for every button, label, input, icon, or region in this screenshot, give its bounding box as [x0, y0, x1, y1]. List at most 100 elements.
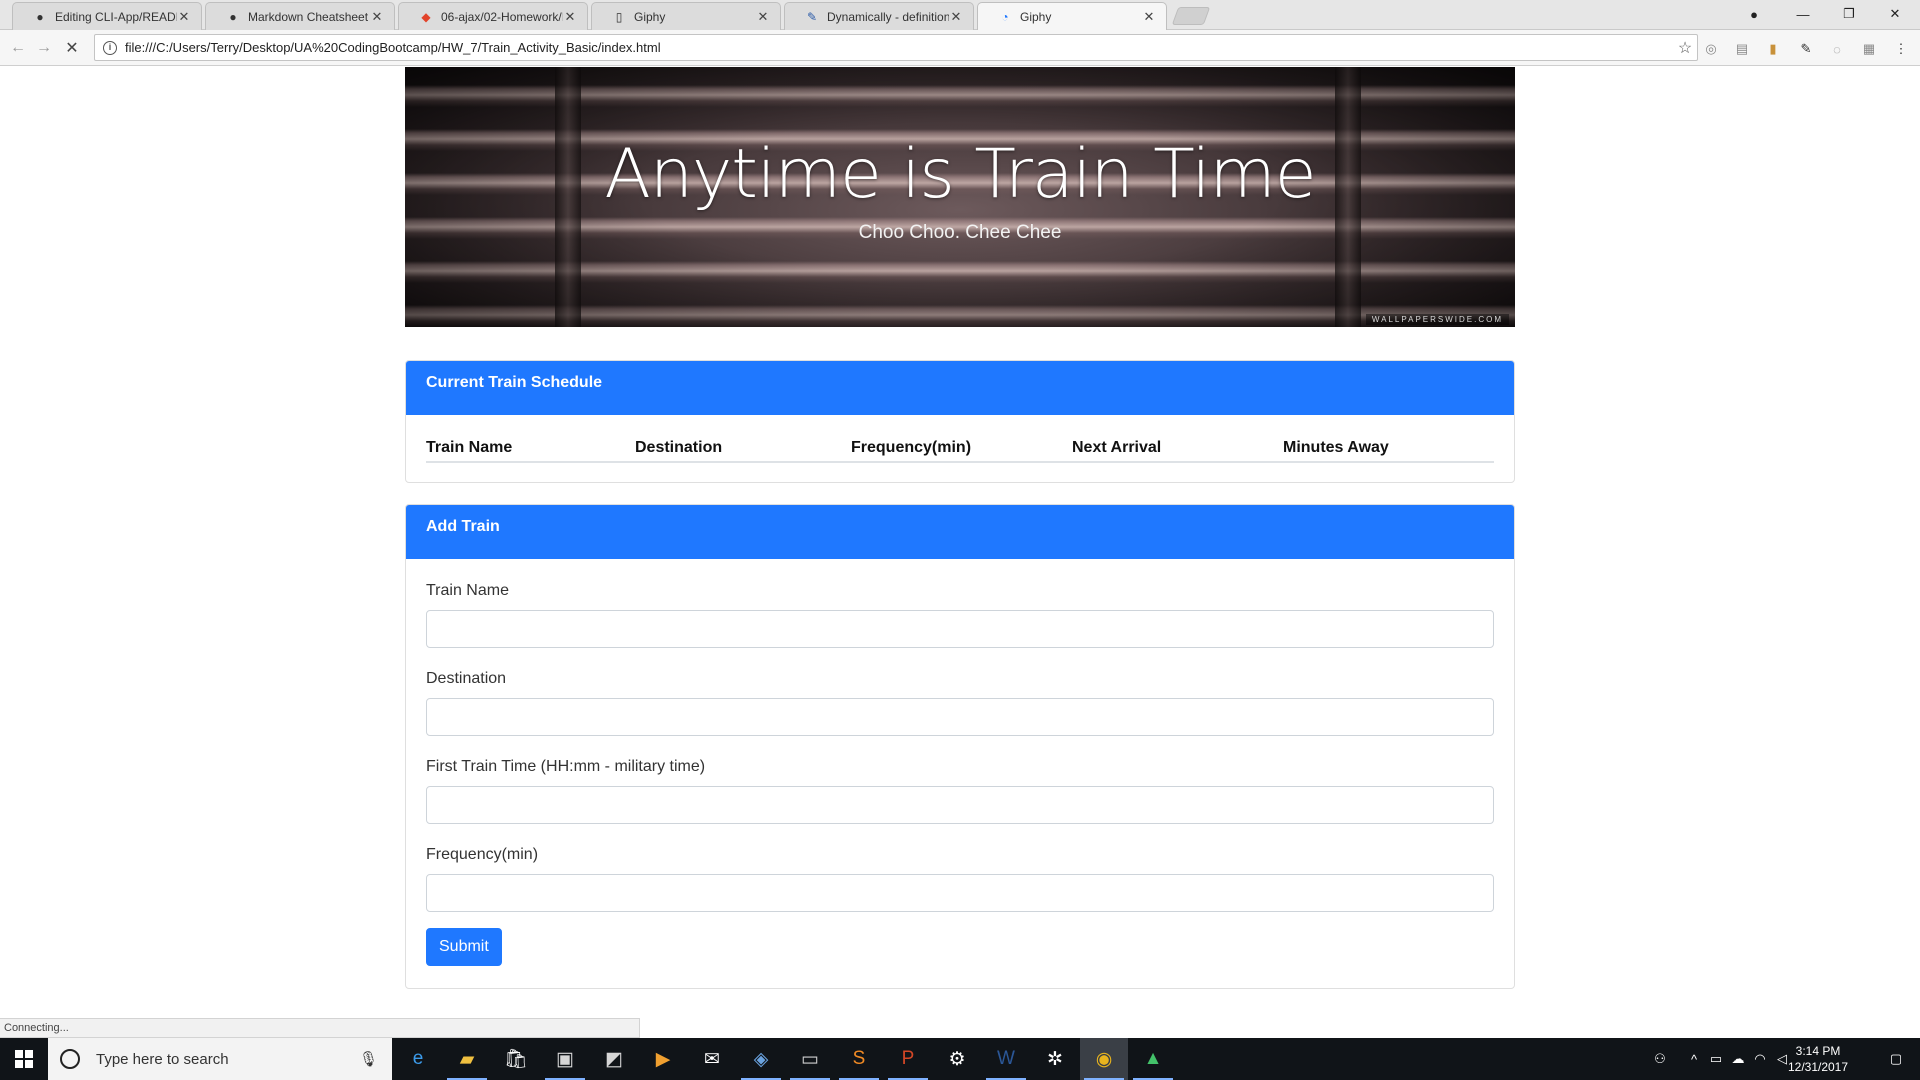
extension-icon[interactable]: ◎: [1702, 40, 1720, 58]
tab-strip: ● Editing CLI-App/README.md ✕ ● Markdown…: [0, 0, 1920, 30]
column-header-frequency: Frequency(min): [851, 439, 1072, 463]
frequency-label: Frequency(min): [426, 846, 539, 863]
submit-button[interactable]: Submit: [426, 928, 502, 966]
form-group: First Train Time (HH:mm - military time): [426, 758, 1494, 824]
extension-icon[interactable]: ✎: [1797, 40, 1815, 58]
form-group: Destination: [426, 670, 1494, 736]
status-bar: Connecting...: [0, 1018, 640, 1038]
close-window-button[interactable]: ✕: [1872, 0, 1918, 28]
chrome-icon[interactable]: ◉: [1080, 1038, 1128, 1080]
form-group: Frequency(min): [426, 846, 1494, 912]
browser-tab[interactable]: ▯ Giphy ✕: [591, 2, 781, 30]
code-editor-icon[interactable]: ◈: [737, 1038, 785, 1080]
train-name-label: Train Name: [426, 582, 509, 599]
media-player-icon[interactable]: ▶: [639, 1038, 687, 1080]
terminal-icon[interactable]: ▭: [786, 1038, 834, 1080]
gitlab-icon: ◆: [421, 9, 431, 24]
column-header-train-name: Train Name: [426, 439, 635, 463]
page-subtitle: Choo Choo. Chee Chee: [858, 222, 1062, 243]
browser-tab[interactable]: ● Editing CLI-App/README.md ✕: [12, 2, 202, 30]
app-icon[interactable]: ▲: [1129, 1038, 1177, 1080]
extension-icon[interactable]: ◌: [1828, 40, 1846, 58]
edge-icon[interactable]: e: [394, 1038, 442, 1080]
page-title: Anytime is Train Time: [604, 135, 1316, 214]
browser-tab[interactable]: ◆ 06-ajax/02-Homework/In ✕: [398, 2, 588, 30]
wifi-icon[interactable]: ◠: [1750, 1038, 1770, 1080]
close-icon[interactable]: ✕: [1142, 9, 1156, 25]
web-page: Anytime is Train Time Choo Choo. Chee Ch…: [0, 67, 1920, 1038]
word-icon[interactable]: W: [982, 1038, 1030, 1080]
cortana-icon: [60, 1049, 80, 1069]
jumbotron-banner: Anytime is Train Time Choo Choo. Chee Ch…: [405, 67, 1515, 327]
first-train-time-input[interactable]: [426, 786, 1494, 824]
microphone-icon[interactable]: 🎙: [359, 1050, 378, 1068]
back-button[interactable]: ←: [8, 38, 28, 58]
column-header-destination: Destination: [635, 439, 851, 463]
system-clock[interactable]: 3:14 PM 12/31/2017: [1778, 1043, 1858, 1075]
battery-icon[interactable]: ▭: [1706, 1038, 1726, 1080]
destination-input[interactable]: [426, 698, 1494, 736]
windows-logo-icon: [15, 1050, 33, 1068]
file-icon: ▯: [615, 9, 623, 24]
extension-icon[interactable]: ▦: [1860, 40, 1878, 58]
github-icon: ●: [36, 9, 44, 24]
minimize-button[interactable]: —: [1780, 0, 1826, 28]
browser-tab[interactable]: ✎ Dynamically - definition of dynamicall…: [784, 2, 974, 30]
info-icon[interactable]: i: [103, 40, 117, 55]
sublime-text-icon[interactable]: S: [835, 1038, 883, 1080]
github-icon: ●: [229, 9, 237, 24]
url-text[interactable]: file:///C:/Users/Terry/Desktop/UA%20Codi…: [125, 40, 1673, 55]
tab-title: Giphy: [634, 9, 666, 24]
close-icon[interactable]: ✕: [949, 9, 963, 25]
close-icon[interactable]: ✕: [177, 9, 191, 25]
taskbar: Type here to search 🎙 e ▰ 🛍 ▣ ◩ ▶ ✉ ◈ ▭ …: [0, 1038, 1920, 1080]
browser-toolbar: ← → ✕ i file:///C:/Users/Terry/Desktop/U…: [0, 30, 1920, 66]
column-header-minutes-away: Minutes Away: [1283, 439, 1494, 463]
tab-title: 06-ajax/02-Homework/In: [441, 9, 563, 24]
slack-icon[interactable]: ✲: [1031, 1038, 1079, 1080]
menu-icon[interactable]: ⋮: [1892, 40, 1910, 58]
powerpoint-icon[interactable]: P: [884, 1038, 932, 1080]
onedrive-icon[interactable]: ☁: [1728, 1038, 1748, 1080]
people-icon[interactable]: ⚇: [1648, 1038, 1672, 1080]
mail-icon[interactable]: ✉: [688, 1038, 736, 1080]
close-icon[interactable]: ✕: [756, 9, 770, 25]
store-icon[interactable]: 🛍: [492, 1038, 540, 1080]
extension-icon[interactable]: ▮: [1764, 40, 1782, 58]
close-icon[interactable]: ✕: [563, 9, 577, 25]
schedule-card: Current Train Schedule Train Name Destin…: [405, 360, 1515, 483]
table-header-row: Train Name Destination Frequency(min) Ne…: [426, 439, 1494, 463]
close-icon[interactable]: ✕: [370, 9, 384, 25]
tab-title: Markdown Cheatsheet · adam-p/markdown-he…: [248, 9, 370, 24]
taskbar-search-box[interactable]: Type here to search 🎙: [48, 1038, 392, 1080]
dictionary-icon: ✎: [806, 9, 818, 24]
destination-label: Destination: [426, 670, 507, 687]
app-icon[interactable]: ◩: [590, 1038, 638, 1080]
start-button[interactable]: [0, 1038, 48, 1080]
bookmark-star-icon[interactable]: ☆: [1673, 38, 1697, 58]
stop-button[interactable]: ✕: [62, 38, 82, 58]
tab-title: Giphy: [1020, 9, 1052, 24]
frequency-input[interactable]: [426, 874, 1494, 912]
address-bar[interactable]: i file:///C:/Users/Terry/Desktop/UA%20Co…: [94, 34, 1698, 61]
file-explorer-icon[interactable]: ▰: [443, 1038, 491, 1080]
add-train-form: Train Name Destination First Train Time …: [406, 582, 1514, 966]
profile-icon[interactable]: ●: [1731, 0, 1777, 28]
forward-button[interactable]: →: [34, 38, 54, 58]
chevron-up-icon[interactable]: ^: [1684, 1038, 1704, 1080]
new-tab-button[interactable]: [1171, 7, 1211, 25]
browser-tab[interactable]: ● Markdown Cheatsheet · adam-p/markdown-…: [205, 2, 395, 30]
extension-icon[interactable]: ▤: [1733, 40, 1751, 58]
schedule-card-header: Current Train Schedule: [406, 361, 1514, 415]
notifications-icon[interactable]: ▢: [1876, 1038, 1916, 1080]
search-placeholder: Type here to search: [96, 1050, 229, 1068]
restore-button[interactable]: ❐: [1826, 0, 1872, 28]
settings-icon[interactable]: ⚙: [933, 1038, 981, 1080]
browser-tab-active[interactable]: ◔ Giphy ✕: [977, 2, 1167, 30]
add-train-card-header: Add Train: [406, 505, 1514, 559]
loading-icon: ◔: [1001, 9, 1009, 24]
schedule-table: Train Name Destination Frequency(min) Ne…: [426, 439, 1494, 463]
app-icon[interactable]: ▣: [541, 1038, 589, 1080]
train-name-input[interactable]: [426, 610, 1494, 648]
clock-time: 3:14 PM: [1795, 1044, 1841, 1058]
